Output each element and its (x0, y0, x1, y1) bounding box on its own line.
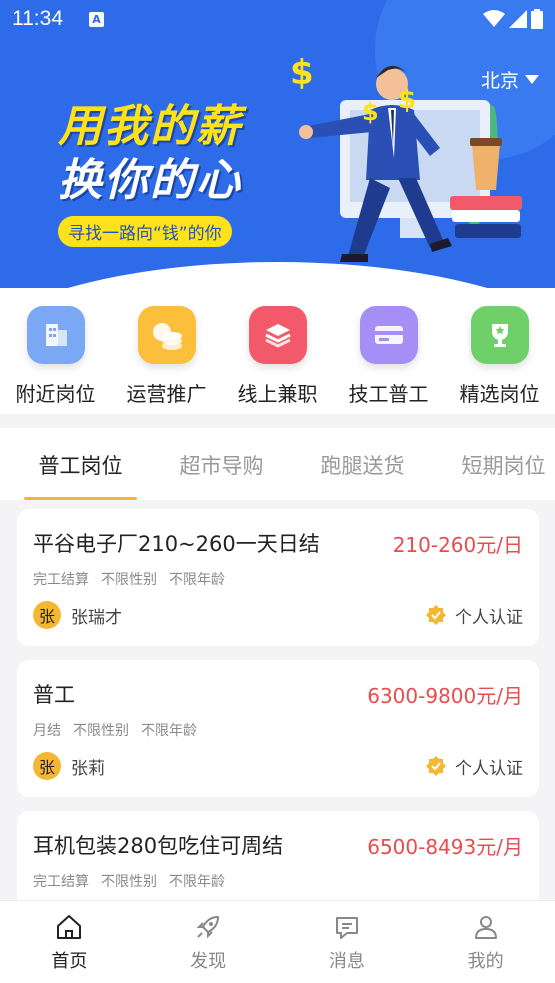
status-bar: 11:34 A (0, 0, 555, 38)
job-tag: 不限年龄 (141, 723, 197, 739)
svg-text:$: $ (398, 85, 416, 115)
category-label: 精选岗位 (459, 382, 540, 406)
avatar: 张 (33, 752, 61, 780)
verified-icon (426, 756, 446, 776)
slogan-subtitle: 寻找一路向“钱”的你 (58, 216, 232, 247)
wifi-icon (483, 10, 505, 27)
category-label: 技工普工 (348, 382, 429, 406)
nav-profile[interactable]: 我的 (416, 901, 555, 983)
job-tag: 不限性别 (73, 723, 129, 739)
tab-short-term[interactable]: 短期岗位 (433, 428, 555, 500)
job-title: 耳机包装280包吃住可周结 (33, 834, 284, 858)
verification-badge: 个人认证 (425, 754, 523, 779)
category-label: 运营推广 (126, 382, 207, 406)
job-tag: 不限性别 (101, 572, 157, 588)
job-tag: 完工结算 (33, 874, 89, 890)
category-featured[interactable]: 精选岗位 (444, 288, 555, 414)
verification-label: 个人认证 (455, 607, 523, 628)
job-list: 平谷电子厂210~260一天日结 210-260元/日 完工结算 不限性别 不限… (0, 500, 555, 900)
tab-supermarket-guide[interactable]: 超市导购 (151, 428, 292, 500)
promo-banner[interactable]: 11:34 A 北京 用我的薪 换你的心 寻找一路向“钱”的你 $ $ $ (0, 0, 555, 288)
poster-name: 张瑞才 (71, 607, 122, 628)
job-card[interactable]: 耳机包装280包吃住可周结 6500-8493元/月 完工结算 不限性别 不限年… (17, 811, 539, 900)
nav-label: 首页 (51, 951, 88, 972)
user-icon (474, 916, 497, 939)
job-tag: 不限年龄 (169, 874, 225, 890)
nav-home[interactable]: 首页 (0, 901, 139, 983)
card-icon (359, 306, 418, 364)
verification-badge: 个人认证 (425, 603, 523, 628)
businessman-illustration: $ $ $ (290, 53, 522, 262)
rocket-icon (196, 916, 220, 939)
avatar: 张 (33, 601, 61, 629)
nav-label: 我的 (467, 951, 504, 972)
job-title: 普工 (33, 683, 75, 707)
bottom-navigation: 首页 发现 消息 我的 (0, 900, 555, 983)
building-icon (26, 306, 85, 364)
nav-label: 消息 (328, 951, 365, 972)
job-title: 平谷电子厂210~260一天日结 (33, 532, 320, 556)
coins-icon (137, 306, 196, 364)
verified-icon (426, 605, 446, 625)
notification-icon: A (89, 11, 104, 27)
job-tag: 不限性别 (101, 874, 157, 890)
nav-label: 发现 (190, 951, 227, 972)
category-label: 线上兼职 (237, 382, 318, 406)
job-salary: 6300-9800元/月 (367, 683, 523, 708)
category-skilled-labor[interactable]: 技工普工 (333, 288, 444, 414)
job-card[interactable]: 普工 6300-9800元/月 月结 不限性别 不限年龄 张 张莉 个人认证 (17, 660, 539, 797)
job-tag: 月结 (33, 723, 61, 739)
trophy-icon (470, 306, 529, 364)
category-promotion[interactable]: 运营推广 (111, 288, 222, 414)
svg-text:$: $ (290, 53, 314, 93)
tab-general-labor[interactable]: 普工岗位 (10, 428, 151, 500)
category-label: 附近岗位 (15, 382, 96, 406)
job-salary: 210-260元/日 (392, 532, 523, 557)
nav-discover[interactable]: 发现 (139, 901, 278, 983)
slogan-line-1: 用我的薪 (58, 101, 242, 152)
job-tags: 月结 不限性别 不限年龄 (33, 720, 523, 740)
job-tags: 完工结算 不限性别 不限年龄 (33, 871, 523, 891)
job-tag: 不限年龄 (169, 572, 225, 588)
svg-text:$: $ (362, 98, 379, 126)
job-salary: 6500-8493元/月 (367, 834, 523, 859)
home-icon (57, 915, 82, 939)
job-tags: 完工结算 不限性别 不限年龄 (33, 569, 523, 589)
layers-icon (248, 306, 307, 364)
nav-messages[interactable]: 消息 (278, 901, 417, 983)
category-online-parttime[interactable]: 线上兼职 (222, 288, 333, 414)
message-icon (335, 917, 358, 939)
tab-delivery[interactable]: 跑腿送货 (292, 428, 433, 500)
slogan-line-2: 换你的心 (58, 155, 242, 206)
signal-icon (509, 10, 527, 28)
job-card[interactable]: 平谷电子厂210~260一天日结 210-260元/日 完工结算 不限性别 不限… (17, 509, 539, 646)
category-nearby[interactable]: 附近岗位 (0, 288, 111, 414)
job-tag: 完工结算 (33, 572, 89, 588)
category-grid: 附近岗位 运营推广 线上兼职 技工普工 精选岗位 (0, 288, 555, 414)
status-indicators (483, 9, 543, 29)
banner-slogan: 用我的薪 换你的心 寻找一路向“钱”的你 (58, 100, 308, 247)
job-category-tabs: 普工岗位 超市导购 跑腿送货 短期岗位 (0, 428, 555, 500)
poster-name: 张莉 (71, 758, 105, 779)
verification-label: 个人认证 (455, 758, 523, 779)
battery-icon (531, 9, 543, 29)
status-time: 11:34 (12, 7, 63, 30)
